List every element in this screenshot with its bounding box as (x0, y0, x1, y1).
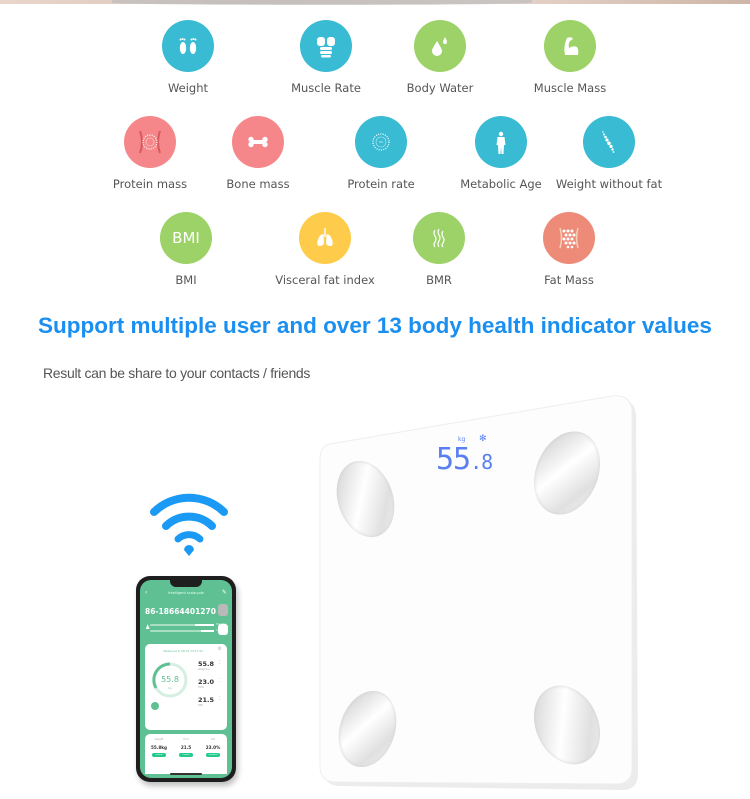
share-button[interactable] (151, 702, 159, 710)
weight-bar (150, 624, 214, 626)
bluetooth-icon: ✻ (479, 434, 487, 444)
edit-icon[interactable]: ✎ (222, 589, 227, 596)
fat-cells-icon (543, 212, 595, 264)
measured-time: Measured in 08-15 14:17:42 (163, 649, 203, 653)
app-screen: ‹ Intelligent scale-pde ✎ 86-18664401270… (140, 580, 232, 778)
feature-label: Body Water (406, 81, 474, 95)
feature-label: BMI (175, 273, 197, 287)
gear-icon[interactable]: ⚙ (218, 646, 222, 652)
phone-notch (170, 580, 202, 587)
measure-button[interactable] (218, 624, 228, 635)
torso-muscle-icon (300, 20, 352, 72)
subheadline: Result can be share to your contacts / f… (43, 365, 311, 381)
weight-value: 55.8 (161, 675, 179, 684)
water-drops-icon (414, 20, 466, 72)
home-indicator (170, 773, 202, 775)
human-body-icon (475, 116, 527, 168)
feature-label: Protein rate (347, 177, 415, 191)
trend-icon: ⁚ (219, 696, 221, 702)
feature-bmr: BMR (374, 212, 504, 287)
feature-muscle-rate: Muscle Rate (261, 20, 391, 95)
stat-bmi: 21.5 BMI (198, 696, 215, 707)
feature-body-water: Body Water (375, 20, 505, 95)
weight-unit: kg (168, 686, 172, 690)
feature-visceral-fat: Visceral fat index (260, 212, 390, 287)
top-banner-shadow (112, 0, 532, 5)
progress-bars: 54.9kg 10.7% (150, 622, 226, 636)
fat-bar (150, 630, 214, 632)
feature-muscle-mass: Muscle Mass (505, 20, 635, 95)
flexed-arm-icon (544, 20, 596, 72)
feature-label: Bone mass (226, 177, 290, 191)
user-phone-number: 86-18664401270 (145, 607, 216, 616)
feature-weight: Weight (123, 20, 253, 95)
feature-bmi: BMI BMI (121, 212, 251, 287)
smartphone: ‹ Intelligent scale-pde ✎ 86-18664401270… (136, 576, 236, 782)
heat-waves-icon (413, 212, 465, 264)
protein-circle-icon (355, 116, 407, 168)
feature-label: Weight (167, 81, 209, 95)
bone-icon (232, 116, 284, 168)
summary-card: weight 55.8kg normal bmi 21.5 normal fat… (145, 734, 227, 774)
summary-weight: weight 55.8kg normal (150, 738, 168, 757)
lungs-icon (299, 212, 351, 264)
feature-label: Visceral fat index (275, 273, 375, 287)
user-switch-button[interactable] (218, 604, 228, 616)
trend-icon: ⁚ (219, 678, 221, 684)
feature-protein-rate: Protein rate (316, 116, 446, 191)
measurement-card: Measured in 08-15 14:17:42 ⚙ 55.8 kg 55.… (145, 644, 227, 730)
feature-weight-without-fat: Weight without fat (544, 116, 674, 191)
trend-icon: ⁚ (219, 660, 221, 666)
feature-label: BMR (426, 273, 452, 287)
lcd-unit: kg (458, 436, 466, 443)
stat-weighing: 55.8 Weighing (198, 660, 215, 671)
feature-label: Fat Mass (544, 273, 594, 287)
summary-bmi: bmi 21.5 normal (179, 738, 193, 757)
footprints-icon (162, 20, 214, 72)
protein-cell-icon (124, 116, 176, 168)
bmi-icon-text: BMI (172, 229, 200, 247)
feature-label: Muscle Mass (533, 81, 607, 95)
app-title: Intelligent scale-pde (168, 591, 204, 595)
bmi-text-icon: BMI (160, 212, 212, 264)
feature-fat-mass: Fat Mass (504, 212, 634, 287)
feature-label: Weight without fat (555, 177, 663, 191)
stat-fat: 23.0 Fat% (198, 678, 215, 689)
scale-lcd-display: 55.8 (436, 442, 493, 477)
headline: Support multiple user and over 13 body h… (38, 313, 712, 338)
feature-label: Muscle Rate (291, 81, 361, 95)
smart-scale: 55.8 kg ✻ (316, 394, 646, 794)
wifi-icon (150, 493, 228, 556)
feature-bone-mass: Bone mass (193, 116, 323, 191)
summary-fat: fat 23.0% standard (205, 738, 221, 757)
spine-icon (583, 116, 635, 168)
